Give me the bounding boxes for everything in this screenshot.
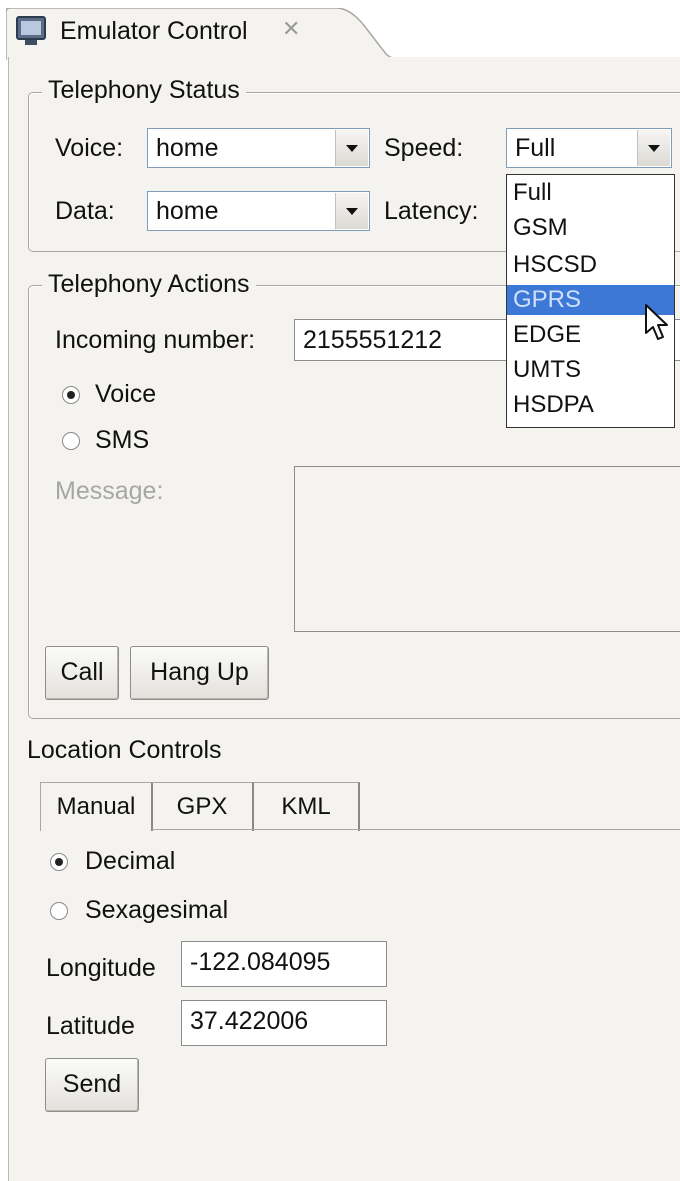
sms-radio-label[interactable]: SMS xyxy=(95,426,149,455)
emulator-monitor-icon xyxy=(16,16,46,45)
longitude-label: Longitude xyxy=(46,954,156,982)
voice-combo[interactable]: home xyxy=(147,128,370,168)
call-button[interactable]: Call xyxy=(45,646,119,700)
sms-radio[interactable] xyxy=(62,432,80,450)
speed-option-full[interactable]: Full xyxy=(507,178,674,208)
latency-label: Latency: xyxy=(384,197,479,225)
chevron-down-icon[interactable] xyxy=(335,130,368,166)
mouse-cursor-icon xyxy=(645,304,668,340)
speed-dropdown-list: Full GSM HSCSD GPRS EDGE UMTS HSDPA xyxy=(506,174,675,428)
view-tab-title[interactable]: Emulator Control xyxy=(60,17,248,46)
latitude-field[interactable]: 37.422006 xyxy=(181,1000,387,1046)
telephony-actions-legend: Telephony Actions xyxy=(42,270,256,299)
telephony-status-legend: Telephony Status xyxy=(42,76,246,105)
speed-option-hscsd[interactable]: HSCSD xyxy=(507,250,674,280)
tab-manual[interactable]: Manual xyxy=(40,782,153,831)
chevron-down-icon[interactable] xyxy=(335,193,368,229)
speed-option-hsdpa[interactable]: HSDPA xyxy=(507,390,674,420)
speed-option-gsm[interactable]: GSM xyxy=(507,213,674,243)
data-value: home xyxy=(156,197,219,225)
longitude-value: -122.084095 xyxy=(190,948,331,976)
tab-divider xyxy=(152,829,680,830)
decimal-radio-label[interactable]: Decimal xyxy=(85,847,175,876)
hang-up-button[interactable]: Hang Up xyxy=(130,646,269,700)
voice-label: Voice: xyxy=(55,134,124,162)
voice-radio[interactable] xyxy=(62,386,80,404)
tab-gpx[interactable]: GPX xyxy=(152,782,254,831)
location-controls-title: Location Controls xyxy=(27,736,222,764)
speed-option-umts[interactable]: UMTS xyxy=(507,355,674,385)
send-button[interactable]: Send xyxy=(45,1058,139,1112)
longitude-field[interactable]: -122.084095 xyxy=(181,941,387,987)
sexagesimal-radio-label[interactable]: Sexagesimal xyxy=(85,896,228,925)
tab-kml[interactable]: KML xyxy=(254,782,360,831)
message-label: Message: xyxy=(55,477,164,505)
sexagesimal-radio[interactable] xyxy=(50,902,68,920)
decimal-radio[interactable] xyxy=(50,853,68,871)
latitude-label: Latitude xyxy=(46,1012,135,1040)
data-label: Data: xyxy=(55,197,115,225)
incoming-number-label: Incoming number: xyxy=(55,326,256,354)
voice-radio-label[interactable]: Voice xyxy=(95,380,156,409)
chevron-down-icon[interactable] xyxy=(637,130,670,166)
latitude-value: 37.422006 xyxy=(190,1007,309,1035)
incoming-number-value: 2155551212 xyxy=(303,326,443,354)
message-textarea[interactable] xyxy=(294,466,680,632)
view-tab-strip: Emulator Control ✕ xyxy=(0,0,680,60)
speed-value: Full xyxy=(515,134,556,162)
voice-value: home xyxy=(156,134,219,162)
close-icon[interactable]: ✕ xyxy=(282,16,300,42)
speed-combo[interactable]: Full xyxy=(506,128,672,168)
data-combo[interactable]: home xyxy=(147,191,370,231)
speed-label: Speed: xyxy=(384,134,464,162)
